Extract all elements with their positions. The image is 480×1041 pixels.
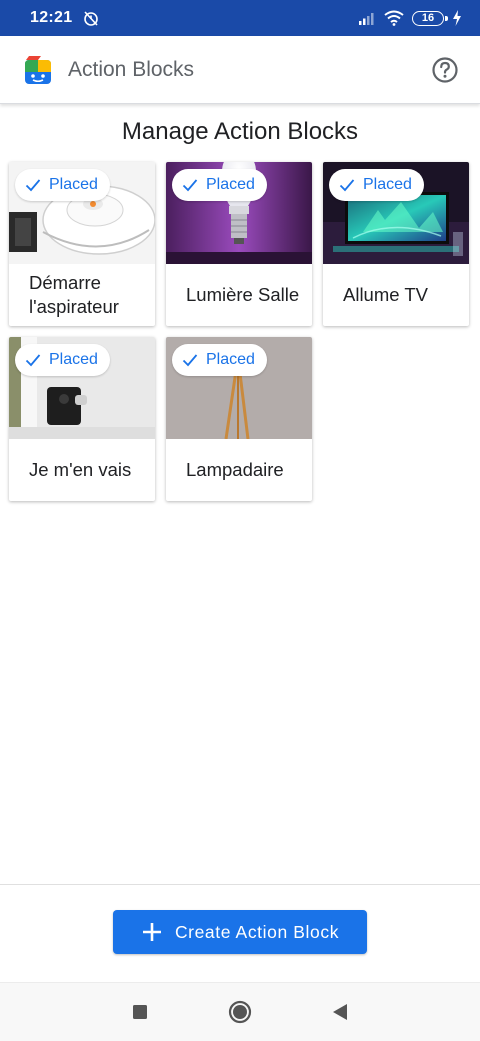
check-icon bbox=[25, 354, 41, 367]
create-action-block-button[interactable]: Create Action Block bbox=[113, 910, 367, 954]
action-block-card[interactable]: Placed Lumière Salle bbox=[166, 162, 312, 326]
battery-level: 16 bbox=[421, 12, 435, 24]
action-block-card[interactable]: Placed Démarre l'aspirateur bbox=[9, 162, 155, 326]
placed-badge: Placed bbox=[329, 169, 424, 201]
check-icon bbox=[182, 179, 198, 192]
action-block-card[interactable]: Placed Allume TV bbox=[323, 162, 469, 326]
placed-badge: Placed bbox=[15, 169, 110, 201]
recents-button[interactable] bbox=[128, 1000, 152, 1024]
placed-label: Placed bbox=[363, 176, 412, 193]
bottom-divider bbox=[0, 884, 480, 885]
placed-badge: Placed bbox=[15, 344, 110, 376]
action-blocks-logo-icon bbox=[25, 55, 51, 84]
charging-icon bbox=[453, 10, 461, 26]
page-title: Manage Action Blocks bbox=[121, 118, 359, 145]
action-block-card[interactable]: Placed Je m'en vais bbox=[9, 337, 155, 501]
create-action-block-label: Create Action Block bbox=[174, 921, 340, 942]
placed-label: Placed bbox=[49, 176, 98, 193]
placed-label: Placed bbox=[206, 351, 255, 368]
battery-icon: 16 bbox=[412, 10, 448, 26]
help-circle-icon[interactable] bbox=[430, 55, 460, 85]
recents-square-icon bbox=[133, 1005, 147, 1019]
check-icon bbox=[25, 179, 41, 192]
alarm-off-icon bbox=[84, 11, 99, 26]
check-icon bbox=[182, 354, 198, 367]
action-block-card[interactable]: Placed Lampadaire bbox=[166, 337, 312, 501]
system-nav-bar bbox=[0, 982, 480, 1041]
placed-badge: Placed bbox=[172, 169, 267, 201]
status-time: 12:21 bbox=[30, 9, 73, 26]
action-block-label: Allume TV bbox=[343, 284, 428, 305]
signal-icon bbox=[359, 13, 374, 25]
placed-badge: Placed bbox=[172, 344, 267, 376]
app-bar: Action Blocks bbox=[0, 36, 480, 104]
back-triangle-icon bbox=[333, 1004, 347, 1020]
wifi-icon bbox=[384, 10, 404, 26]
action-block-label: Démarre l'aspirateur bbox=[29, 272, 119, 317]
status-bar: 12:21 16 bbox=[0, 0, 480, 36]
plus-icon bbox=[142, 923, 161, 941]
home-circle-icon bbox=[228, 1000, 252, 1024]
check-icon bbox=[339, 179, 355, 192]
back-button[interactable] bbox=[328, 1000, 352, 1024]
placed-label: Placed bbox=[206, 176, 255, 193]
action-block-label: Lumière Salle bbox=[186, 284, 300, 305]
placed-label: Placed bbox=[49, 351, 98, 368]
action-block-label: Je m'en vais bbox=[29, 459, 132, 480]
home-button[interactable] bbox=[228, 1000, 252, 1024]
action-block-label: Lampadaire bbox=[186, 459, 284, 480]
app-title: Action Blocks bbox=[68, 57, 195, 81]
